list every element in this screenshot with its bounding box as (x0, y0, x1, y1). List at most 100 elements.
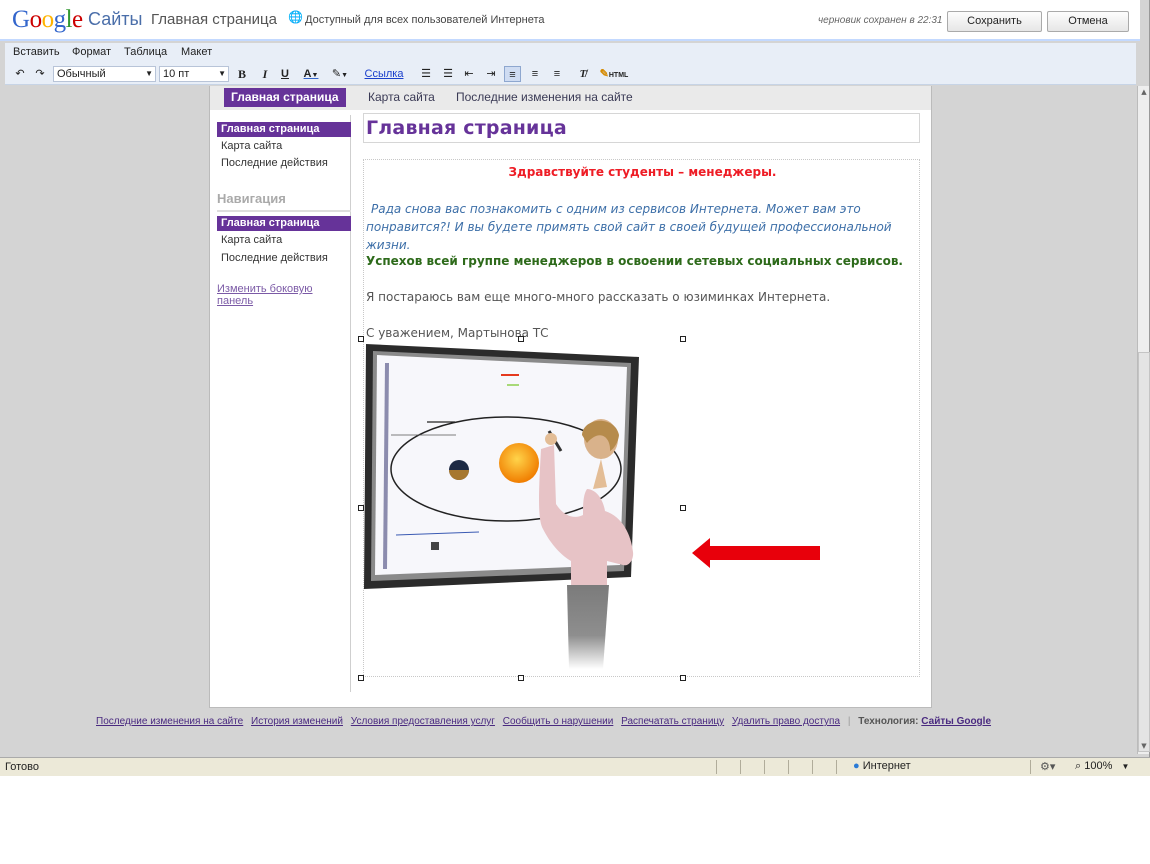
formatting-toolbar: ↶ ↷ Обычный ▼ 10 пт ▼ B I U A▼ ✎▼ Ссылка… (5, 63, 1136, 85)
underline-button[interactable]: U (278, 66, 292, 82)
indent-icon[interactable]: ⇥ (483, 66, 499, 82)
footer-link-history[interactable]: История изменений (251, 716, 343, 727)
tab-sitemap[interactable]: Карта сайта (361, 88, 442, 107)
scroll-down-icon[interactable]: ▼ (1139, 742, 1149, 752)
status-divider (764, 760, 765, 774)
title-box[interactable]: Главная страница (363, 113, 920, 143)
numbered-list-icon[interactable]: ☰ (418, 66, 434, 82)
intro-text: Рада снова вас познакомить с одним из се… (366, 202, 892, 252)
outdent-icon[interactable]: ⇤ (461, 66, 477, 82)
sidebar-item-sitemap[interactable]: Карта сайта (217, 139, 351, 154)
resize-handle[interactable] (358, 505, 364, 511)
remove-format-icon[interactable]: T̸ (575, 66, 591, 82)
browser-window: Google Сайты Главная страница 🌐 Доступны… (0, 0, 1150, 776)
nav-item-recent[interactable]: Последние действия (217, 251, 351, 266)
page-name: Главная страница (151, 11, 277, 28)
status-divider (836, 760, 837, 774)
footer-link-terms[interactable]: Условия предоставления услуг (351, 716, 495, 727)
save-button[interactable]: Сохранить (947, 11, 1042, 32)
menu-layout[interactable]: Макет (181, 46, 212, 58)
access-text[interactable]: Доступный для всех пользователей Интерне… (305, 14, 545, 26)
text-color-icon: A (303, 68, 312, 80)
scrollbar-thumb[interactable] (1138, 352, 1150, 752)
page-title: Главная страница (366, 117, 567, 139)
align-left-icon[interactable]: ≡ (504, 66, 521, 82)
protected-mode-icon[interactable]: ⚙▾ (1040, 760, 1055, 773)
size-select[interactable]: 10 пт ▼ (159, 66, 229, 82)
site-footer: Последние изменения на сайте История изм… (96, 716, 991, 727)
status-divider (716, 760, 717, 774)
draft-status: черновик сохранен в 22:31 (818, 15, 943, 26)
footer-tech-label: Технология: (858, 716, 919, 727)
zoom-icon: ⌕ (1075, 760, 1082, 772)
chevron-down-icon: ▼ (1121, 762, 1130, 771)
link-button[interactable]: Ссылка (361, 66, 407, 82)
nav-item-sitemap[interactable]: Карта сайта (217, 233, 351, 248)
zoom-control[interactable]: ⌕ 100% ▼ (1075, 760, 1129, 773)
highlight-icon: ✎ (331, 68, 342, 80)
bulleted-list-icon[interactable]: ☰ (440, 66, 456, 82)
status-divider (812, 760, 813, 774)
product-name: Сайты (88, 9, 143, 29)
italic-button[interactable]: I (258, 66, 272, 82)
editor-header: Google Сайты Главная страница 🌐 Доступны… (0, 0, 1140, 41)
style-select[interactable]: Обычный ▼ (53, 66, 156, 82)
html-edit-label: HTML (608, 72, 629, 79)
resize-handle[interactable] (518, 336, 524, 342)
menu-table[interactable]: Таблица (124, 46, 167, 58)
browser-status-bar: Готово ● Интернет ⚙▾ ⌕ 100% ▼ (0, 757, 1150, 776)
redo-icon[interactable]: ↷ (33, 66, 47, 82)
edit-sidebar-link[interactable]: Изменить боковую панель (217, 283, 350, 307)
footer-separator: | (847, 716, 851, 727)
text-color-button[interactable]: A▼ (299, 66, 323, 82)
navigation-divider (217, 210, 351, 212)
vertical-scrollbar[interactable]: ▲ ▼ (1137, 86, 1150, 754)
resize-handle[interactable] (518, 675, 524, 681)
nav-item-home[interactable]: Главная страница (217, 216, 351, 231)
greeting-text: Здравствуйте студенты – менеджеры. (508, 165, 777, 179)
resize-handle[interactable] (358, 675, 364, 681)
align-center-icon[interactable]: ≡ (527, 66, 543, 82)
google-logo[interactable]: Google (12, 6, 83, 34)
red-arrow-icon (692, 538, 820, 568)
size-select-value: 10 пт (163, 68, 190, 80)
sidebar-item-recent[interactable]: Последние действия (217, 156, 351, 171)
bold-button[interactable]: B (235, 66, 249, 82)
scroll-up-icon[interactable]: ▲ (1139, 88, 1149, 98)
footer-link-remove-access[interactable]: Удалить право доступа (732, 716, 840, 727)
resize-handle[interactable] (680, 505, 686, 511)
wish-text: Успехов всей группе менеджеров в освоени… (366, 254, 903, 268)
html-edit-button[interactable]: ✎HTML (597, 66, 631, 82)
menu-format[interactable]: Формат (72, 46, 111, 58)
chevron-down-icon: ▼ (145, 69, 153, 78)
resize-handle[interactable] (358, 336, 364, 342)
pencil-icon: ✎ (599, 68, 609, 80)
cancel-button[interactable]: Отмена (1047, 11, 1129, 32)
globe-icon: ● (853, 760, 860, 772)
promise-text: Я постараюсь вам еще много-много рассказ… (366, 290, 831, 304)
sidebar-item-home[interactable]: Главная страница (217, 122, 351, 137)
footer-link-print[interactable]: Распечатать страницу (621, 716, 724, 727)
internet-zone[interactable]: ● Интернет (853, 760, 911, 772)
tab-recent-changes[interactable]: Последние изменения на сайте (449, 88, 640, 107)
chevron-down-icon: ▼ (218, 69, 226, 78)
highlight-button[interactable]: ✎▼ (328, 66, 352, 82)
site-tabs: Главная страница Карта сайта Последние и… (210, 86, 931, 110)
status-divider (740, 760, 741, 774)
footer-google-sites-link[interactable]: Сайты Google (921, 716, 991, 727)
resize-handle[interactable] (680, 336, 686, 342)
sidebar: Главная страница Карта сайта Последние д… (212, 115, 351, 692)
whiteboard-image[interactable] (361, 339, 683, 679)
footer-link-report[interactable]: Сообщить о нарушении (503, 716, 614, 727)
status-divider (788, 760, 789, 774)
footer-link-recent-changes[interactable]: Последние изменения на сайте (96, 716, 243, 727)
undo-icon[interactable]: ↶ (13, 66, 27, 82)
tab-home[interactable]: Главная страница (224, 88, 346, 107)
style-select-value: Обычный (57, 68, 106, 80)
menu-insert[interactable]: Вставить (13, 46, 60, 58)
align-right-icon[interactable]: ≡ (549, 66, 565, 82)
resize-handle[interactable] (680, 675, 686, 681)
whiteboard-illustration (364, 344, 639, 669)
zone-label: Интернет (862, 760, 911, 772)
zoom-value: 100% (1084, 760, 1113, 772)
